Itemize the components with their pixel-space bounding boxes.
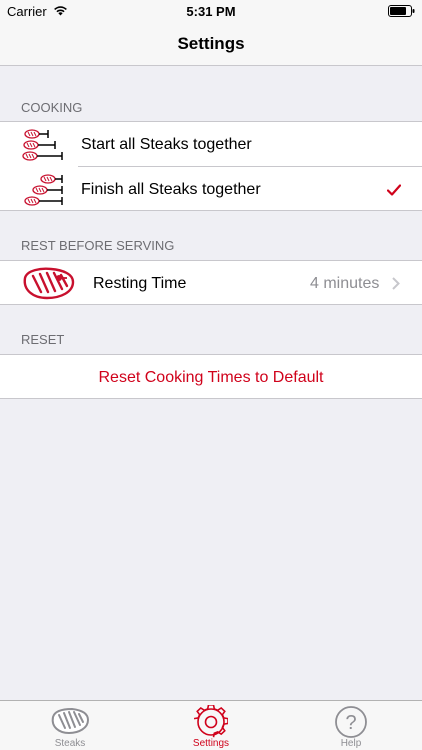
page-title: Settings — [177, 34, 245, 53]
tab-settings-label: Settings — [192, 738, 230, 749]
start-together-label: Start all Steaks together — [81, 136, 252, 153]
svg-text:?: ? — [345, 712, 356, 734]
steak-icon — [21, 266, 75, 305]
reset-defaults-button[interactable]: Reset Cooking Times to Default — [0, 355, 422, 399]
checkmark-icon — [386, 183, 402, 201]
tab-steaks-label: Steaks — [54, 738, 86, 749]
rest-group: Resting Time 4 minutes — [0, 260, 422, 305]
tab-bar: Steaks Settings ? Help — [0, 700, 422, 750]
tab-settings[interactable]: Settings — [171, 701, 251, 750]
tab-help-label: Help — [340, 738, 362, 749]
section-header-rest: REST BEFORE SERVING — [21, 238, 175, 253]
steak-icon — [50, 707, 90, 740]
start-together-icon — [22, 126, 66, 167]
status-bar: Carrier 5:31 PM — [0, 0, 422, 22]
cooking-group: Start all Steaks together Finish all Ste… — [0, 121, 422, 211]
start-together-row[interactable]: Start all Steaks together — [0, 122, 422, 166]
resting-time-value: 4 minutes — [310, 275, 380, 292]
section-header-cooking: COOKING — [21, 100, 83, 115]
reset-defaults-label: Reset Cooking Times to Default — [98, 369, 324, 386]
reset-group: Reset Cooking Times to Default — [0, 354, 422, 399]
navigation-bar: Settings — [0, 22, 422, 66]
resting-time-label: Resting Time — [93, 275, 187, 292]
section-header-reset: RESET — [21, 332, 65, 347]
tab-steaks[interactable]: Steaks — [30, 701, 110, 750]
chevron-right-icon — [392, 277, 400, 295]
resting-time-row[interactable]: Resting Time 4 minutes — [0, 261, 422, 305]
tab-help[interactable]: ? Help — [311, 701, 391, 750]
clock-label: 5:31 PM — [186, 4, 236, 19]
finish-together-label: Finish all Steaks together — [81, 181, 261, 198]
finish-together-icon — [22, 171, 66, 212]
finish-together-row[interactable]: Finish all Steaks together — [0, 167, 422, 211]
battery-icon — [388, 5, 415, 20]
